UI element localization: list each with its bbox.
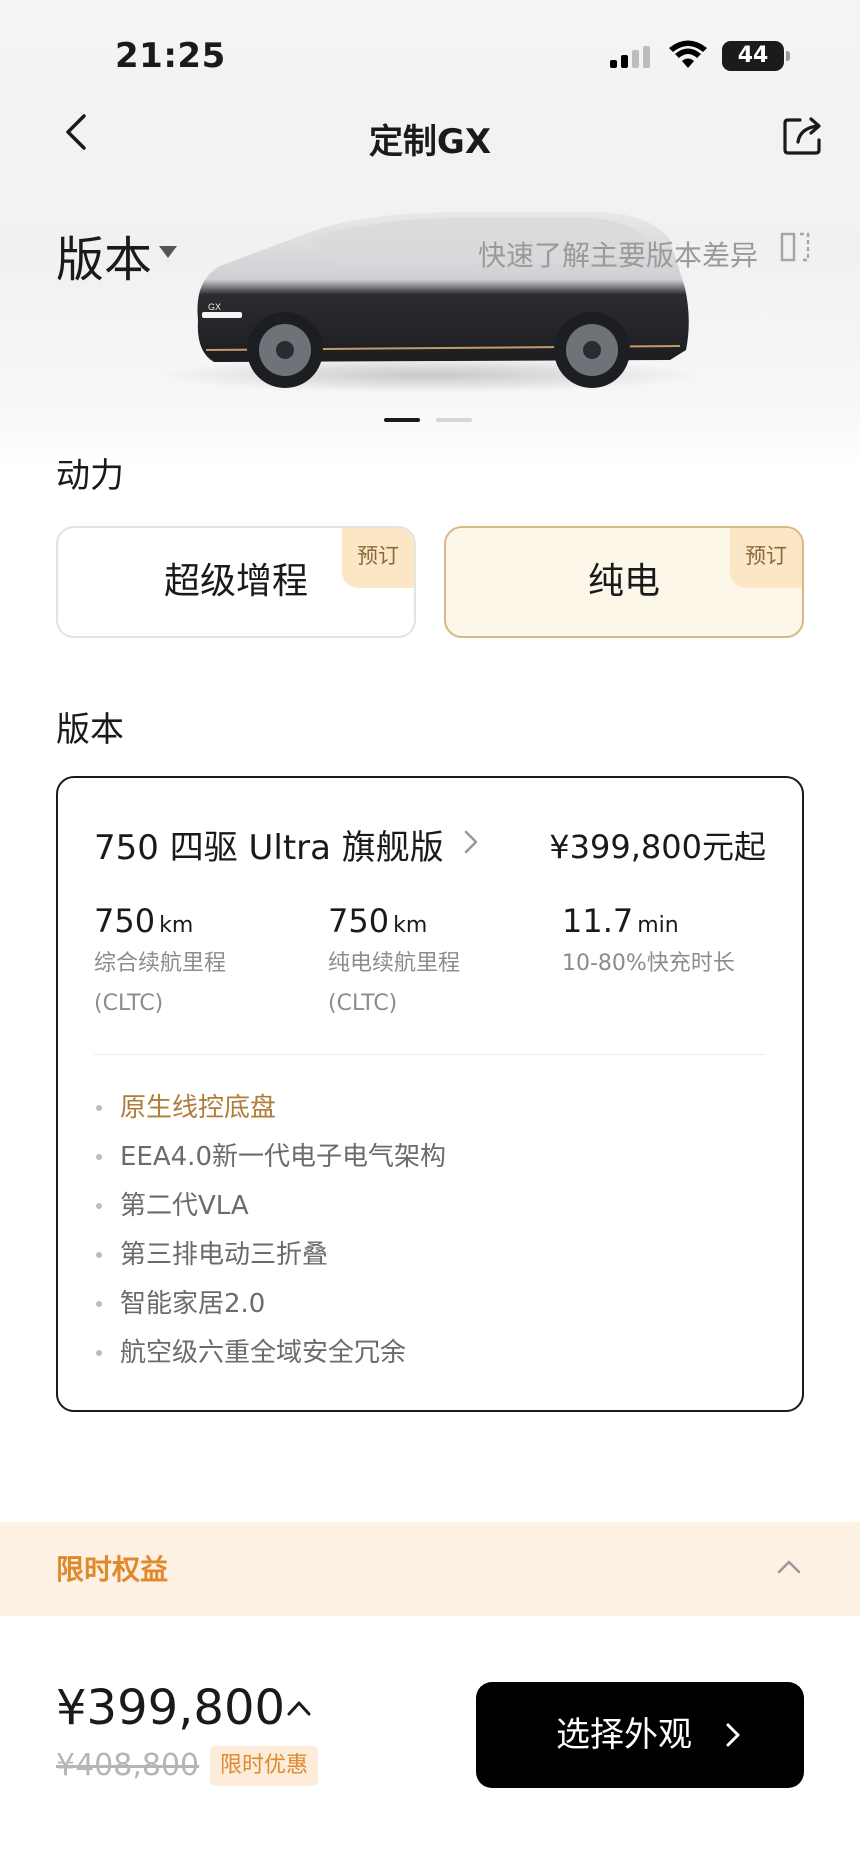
car-badge: GX xyxy=(208,302,221,312)
page-title: 定制GX xyxy=(368,122,492,162)
carousel-indicator[interactable] xyxy=(384,418,472,422)
version-title[interactable]: 版本 xyxy=(56,220,152,290)
spec-ev-range: 750 km 纯电续航里程 (CLTC) xyxy=(328,902,548,1024)
limited-benefits-bar[interactable]: 限时权益 xyxy=(0,1522,860,1616)
spec-combined-range: 750 km 综合续航里程 (CLTC) xyxy=(94,902,314,1024)
spec-fast-charge: 11.7 min 10-80%快充时长 xyxy=(562,902,782,984)
share-icon[interactable] xyxy=(780,112,826,158)
feature-item: 原生线控底盘 xyxy=(94,1088,446,1137)
chevron-right-icon xyxy=(726,1723,740,1747)
chevron-right-icon[interactable] xyxy=(462,828,480,856)
feature-item: 航空级六重全域安全冗余 xyxy=(94,1333,446,1382)
benefits-label: 限时权益 xyxy=(56,1553,169,1586)
power-section-label: 动力 xyxy=(56,456,124,496)
trim-price: ¥399,800元起 xyxy=(549,828,766,866)
feature-item: 智能家居2.0 xyxy=(94,1284,446,1333)
battery-icon: 44 xyxy=(722,41,790,71)
trim-name[interactable]: 750 四驱 Ultra 旗舰版 xyxy=(94,820,444,869)
spec-value: 11.7 xyxy=(562,902,634,940)
power-option-erev[interactable]: 超级增程 预订 xyxy=(56,526,416,638)
battery-level: 44 xyxy=(737,43,769,68)
spec-label-sub: (CLTC) xyxy=(328,991,398,1016)
version-header: 版本 快速了解主要版本差异 xyxy=(56,216,816,288)
spec-unit: min xyxy=(637,913,679,938)
spec-label: 纯电续航里程 xyxy=(328,951,461,976)
spec-unit: km xyxy=(159,913,194,938)
chevron-up-icon[interactable] xyxy=(286,1698,312,1718)
original-price: ¥408,800 xyxy=(56,1748,200,1783)
spec-value: 750 xyxy=(328,902,390,940)
preorder-tag: 预订 xyxy=(342,528,414,588)
spec-label: 综合续航里程 xyxy=(94,951,227,976)
promo-badge: 限时优惠 xyxy=(210,1746,319,1786)
hero-section: 21:25 44 定制GX GX 版本 快速了解主要版本差异 xyxy=(0,0,860,470)
trim-card[interactable]: 750 四驱 Ultra 旗舰版 ¥399,800元起 750 km 综合续航里程… xyxy=(56,776,804,1412)
wifi-icon xyxy=(669,40,707,68)
nav-bar: 定制GX xyxy=(0,100,860,170)
feature-item: 第三排电动三折叠 xyxy=(94,1235,446,1284)
select-exterior-button[interactable]: 选择外观 xyxy=(476,1682,804,1788)
divider xyxy=(94,1054,766,1055)
compare-icon[interactable] xyxy=(778,230,812,264)
chevron-up-icon[interactable] xyxy=(776,1554,802,1580)
preorder-tag: 预订 xyxy=(730,528,802,588)
spec-unit: km xyxy=(393,913,428,938)
total-price[interactable]: ¥399,800 xyxy=(56,1680,285,1736)
feature-item: EEA4.0新一代电子电气架构 xyxy=(94,1137,446,1186)
carousel-dot[interactable] xyxy=(436,418,472,422)
carousel-dot[interactable] xyxy=(384,418,420,422)
status-time: 21:25 xyxy=(115,36,226,76)
caret-down-icon[interactable] xyxy=(159,246,177,258)
status-bar: 21:25 44 xyxy=(0,36,860,76)
spec-label-sub: (CLTC) xyxy=(94,991,164,1016)
cellular-signal-icon xyxy=(610,46,650,68)
power-option-bev[interactable]: 纯电 预订 xyxy=(444,526,804,638)
feature-list: 原生线控底盘 EEA4.0新一代电子电气架构 第二代VLA 第三排电动三折叠 智… xyxy=(94,1088,446,1382)
spec-label: 10-80%快充时长 xyxy=(562,951,735,976)
compare-versions-link[interactable]: 快速了解主要版本差异 xyxy=(478,234,758,274)
spec-value: 750 xyxy=(94,902,156,940)
feature-item: 第二代VLA xyxy=(94,1186,446,1235)
cta-label: 选择外观 xyxy=(556,1715,692,1755)
trim-section-label: 版本 xyxy=(56,710,124,750)
